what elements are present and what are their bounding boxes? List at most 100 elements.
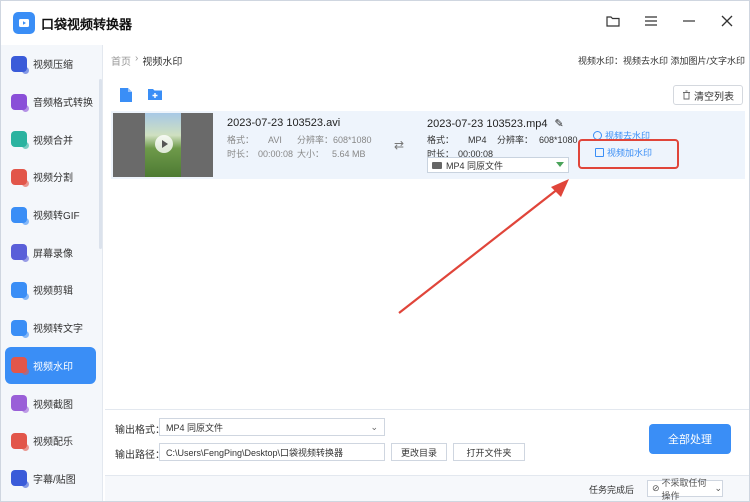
add-folder-icon[interactable] xyxy=(147,87,163,106)
feature-icon xyxy=(11,432,29,451)
sidebar-item[interactable]: 视频分割 xyxy=(1,158,102,196)
source-size-meta: 大小： 5.64 MB xyxy=(297,147,366,160)
sidebar-item-label: 字幕/贴图 xyxy=(33,474,76,486)
sidebar-item[interactable]: 视频截图 xyxy=(1,384,102,422)
open-folder-button[interactable]: 打开文件夹 xyxy=(453,443,525,461)
sidebar-item-label: 视频转文字 xyxy=(33,324,83,336)
output-resolution-value: 608*1080 xyxy=(539,135,578,145)
sidebar-item[interactable]: 屏幕录像 xyxy=(1,233,102,271)
breadcrumb: 首页 › 视频水印 xyxy=(111,53,182,68)
app-logo-icon xyxy=(13,12,35,34)
output-format-meta: 格式： MP4 xyxy=(427,133,487,146)
folder-icon[interactable] xyxy=(605,13,621,29)
chevron-down-icon: ⌄ xyxy=(714,483,722,493)
annotation-arrow-icon xyxy=(398,179,569,314)
source-size-value: 5.64 MB xyxy=(332,149,366,159)
minimize-icon[interactable] xyxy=(681,13,697,29)
breadcrumb-separator: › xyxy=(135,53,139,64)
source-duration-value: 00:00:08 xyxy=(258,149,294,159)
trash-icon xyxy=(683,90,690,100)
convert-arrow-icon: ⇄ xyxy=(394,138,405,152)
feature-icon xyxy=(11,131,29,150)
output-path-field[interactable]: C:\Users\FengPing\Desktop\口袋视频转换器 xyxy=(159,443,385,461)
feature-icon xyxy=(11,55,29,74)
app-window: 口袋视频转换器 视频压缩音频格式转换视频合并视频分割视频转GIF 屏幕录像视频剪辑… xyxy=(0,0,750,502)
sidebar-item-label: 屏幕录像 xyxy=(33,248,73,260)
source-duration-label: 时长： xyxy=(227,149,255,159)
source-format-value: AVI xyxy=(268,135,282,145)
sidebar-item-label: 视频水印 xyxy=(33,361,73,373)
clear-list-button[interactable]: 清空列表 xyxy=(673,85,743,105)
app-title: 口袋视频转换器 xyxy=(41,16,133,32)
sidebar-item-label: 视频压缩 xyxy=(33,60,73,72)
feature-icon xyxy=(11,470,29,489)
output-resolution-meta: 分辨率： 608*1080 xyxy=(497,133,578,146)
sidebar-item[interactable]: 视频转文字 xyxy=(1,309,102,347)
feature-icon xyxy=(11,395,29,414)
after-task-label: 任务完成后 xyxy=(589,485,635,495)
source-filename: 2023-07-23 103523.avi xyxy=(227,117,341,129)
output-path-label: 输出路径： xyxy=(115,450,165,461)
source-resolution-meta: 分辨率：608*1080 xyxy=(297,133,372,146)
feature-icon xyxy=(11,168,29,187)
sidebar-item[interactable]: 视频水印 xyxy=(5,346,96,385)
feature-icon xyxy=(11,206,29,225)
source-format-meta: 格式： AVI xyxy=(227,133,282,146)
process-all-button[interactable]: 全部处理 xyxy=(649,424,731,454)
feature-icon xyxy=(11,281,29,300)
sidebar-item[interactable]: 音频格式转换 xyxy=(1,83,102,121)
source-size-label: 大小： xyxy=(297,149,325,159)
change-directory-button[interactable]: 更改目录 xyxy=(391,443,447,461)
sidebar-item[interactable]: 视频剪辑 xyxy=(1,271,102,309)
chevron-down-icon: ⌄ xyxy=(370,422,378,432)
sidebar: 视频压缩音频格式转换视频合并视频分割视频转GIF 屏幕录像视频剪辑视频转文字视频水… xyxy=(1,45,103,501)
source-resolution-label: 分辨率： xyxy=(297,135,334,145)
feature-icon xyxy=(11,93,29,112)
window-controls xyxy=(605,13,735,29)
edit-icon[interactable]: ✎ xyxy=(555,118,564,130)
feature-description: 视频水印：视频去水印 添加图片/文字水印 xyxy=(577,56,745,66)
video-thumbnail[interactable] xyxy=(113,113,213,177)
feature-icon xyxy=(11,244,29,263)
output-format-dropdown[interactable]: MP4 同原文件 ⌄ xyxy=(159,418,385,436)
play-icon[interactable] xyxy=(155,135,173,153)
sidebar-item[interactable]: 字幕/贴图 xyxy=(1,460,102,498)
after-task-value: 不采取任何操作 xyxy=(661,477,707,501)
clear-list-label: 清空列表 xyxy=(694,91,734,103)
output-resolution-label: 分辨率： xyxy=(497,135,534,145)
breadcrumb-home[interactable]: 首页 xyxy=(111,53,131,68)
chevron-down-icon xyxy=(556,162,564,167)
sidebar-item[interactable]: 视频合并 xyxy=(1,120,102,158)
after-task-select[interactable]: ⊘ 不采取任何操作 ⌄ xyxy=(647,478,723,501)
file-toolbar xyxy=(119,87,163,106)
title-bar: 口袋视频转换器 xyxy=(1,1,749,45)
output-filename-text: 2023-07-23 103523.mp4 xyxy=(427,118,548,130)
output-format-dropdown-value: MP4 同原文件 xyxy=(166,422,224,433)
output-format-select-value: MP4 同原文件 xyxy=(446,160,504,171)
sidebar-item-label: 视频配乐 xyxy=(33,437,73,449)
feature-icon xyxy=(11,319,29,338)
output-settings-panel: 输出格式： MP4 同原文件 ⌄ 输出路径： C:\Users\FengPing… xyxy=(105,409,749,471)
sidebar-item-label: 视频截图 xyxy=(33,399,73,411)
menu-icon[interactable] xyxy=(643,13,659,29)
sidebar-item[interactable]: 视频转GIF xyxy=(1,196,102,234)
source-duration-meta: 时长： 00:00:08 xyxy=(227,147,293,160)
sidebar-scrollbar[interactable] xyxy=(99,79,102,249)
close-icon[interactable] xyxy=(719,13,735,29)
sidebar-item-label: 视频剪辑 xyxy=(33,286,73,298)
sidebar-item[interactable]: 视频配乐 xyxy=(1,422,102,460)
add-file-icon[interactable] xyxy=(119,87,133,106)
source-resolution-value: 608*1080 xyxy=(333,135,372,145)
sidebar-item-label: 视频转GIF xyxy=(33,211,80,223)
source-format-label: 格式： xyxy=(227,135,255,145)
sidebar-item[interactable]: 视频压缩 xyxy=(1,45,102,83)
output-filename: 2023-07-23 103523.mp4 ✎ xyxy=(427,117,564,130)
feature-icon xyxy=(11,357,29,376)
sidebar-item-label: 音频格式转换 xyxy=(33,98,93,110)
output-format-value: MP4 xyxy=(468,135,487,145)
sidebar-item-label: 视频分割 xyxy=(33,173,73,185)
video-format-icon xyxy=(432,161,442,169)
output-format-label: 格式： xyxy=(427,135,455,145)
output-format-label: 输出格式： xyxy=(115,425,165,436)
no-action-icon: ⊘ xyxy=(652,483,660,493)
